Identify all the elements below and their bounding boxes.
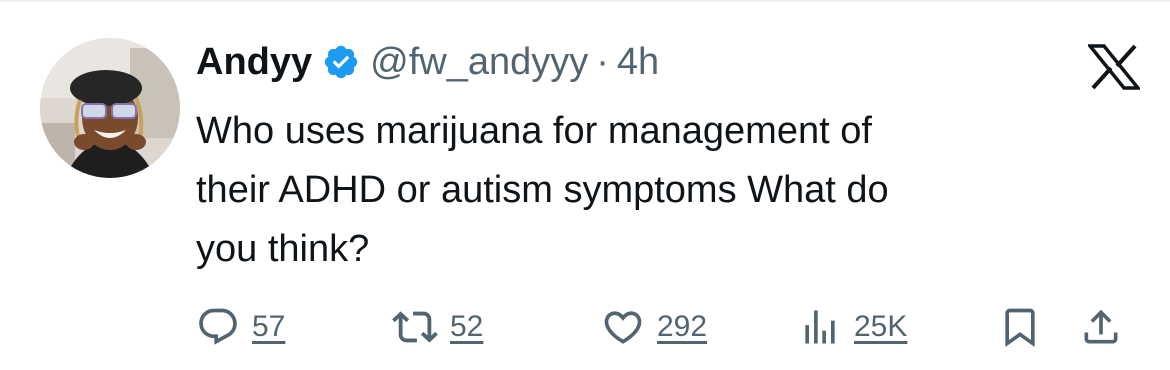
bookmark-icon xyxy=(998,305,1042,349)
share-icon xyxy=(1079,305,1123,349)
bookmark-button[interactable] xyxy=(998,300,1042,354)
views-icon xyxy=(798,305,842,349)
avatar[interactable] xyxy=(40,38,180,178)
action-bar: 57 52 292 25K xyxy=(196,300,1141,354)
views-button[interactable]: 25K xyxy=(798,300,907,354)
heart-icon xyxy=(601,305,645,349)
like-button[interactable]: 292 xyxy=(601,300,707,354)
repost-button[interactable]: 52 xyxy=(392,300,483,354)
reply-count: 57 xyxy=(252,310,286,343)
top-divider xyxy=(0,0,1170,2)
tweet-header: Andyy @fw_andyyy · 4h xyxy=(196,38,659,86)
separator-dot: · xyxy=(596,40,609,83)
timestamp[interactable]: 4h xyxy=(617,41,659,84)
x-logo-icon[interactable] xyxy=(1086,44,1142,90)
tweet-text: Who uses marijuana for management of the… xyxy=(196,110,889,270)
repost-count: 52 xyxy=(450,310,484,343)
share-button[interactable] xyxy=(1079,300,1123,354)
like-count: 292 xyxy=(657,310,708,343)
user-handle[interactable]: @fw_andyyy xyxy=(370,41,588,84)
verified-badge-icon xyxy=(322,43,360,81)
reply-icon xyxy=(196,305,240,349)
reply-button[interactable]: 57 xyxy=(196,300,285,354)
display-name[interactable]: Andyy xyxy=(196,41,312,84)
view-count: 25K xyxy=(854,310,908,343)
repost-icon xyxy=(392,304,438,350)
